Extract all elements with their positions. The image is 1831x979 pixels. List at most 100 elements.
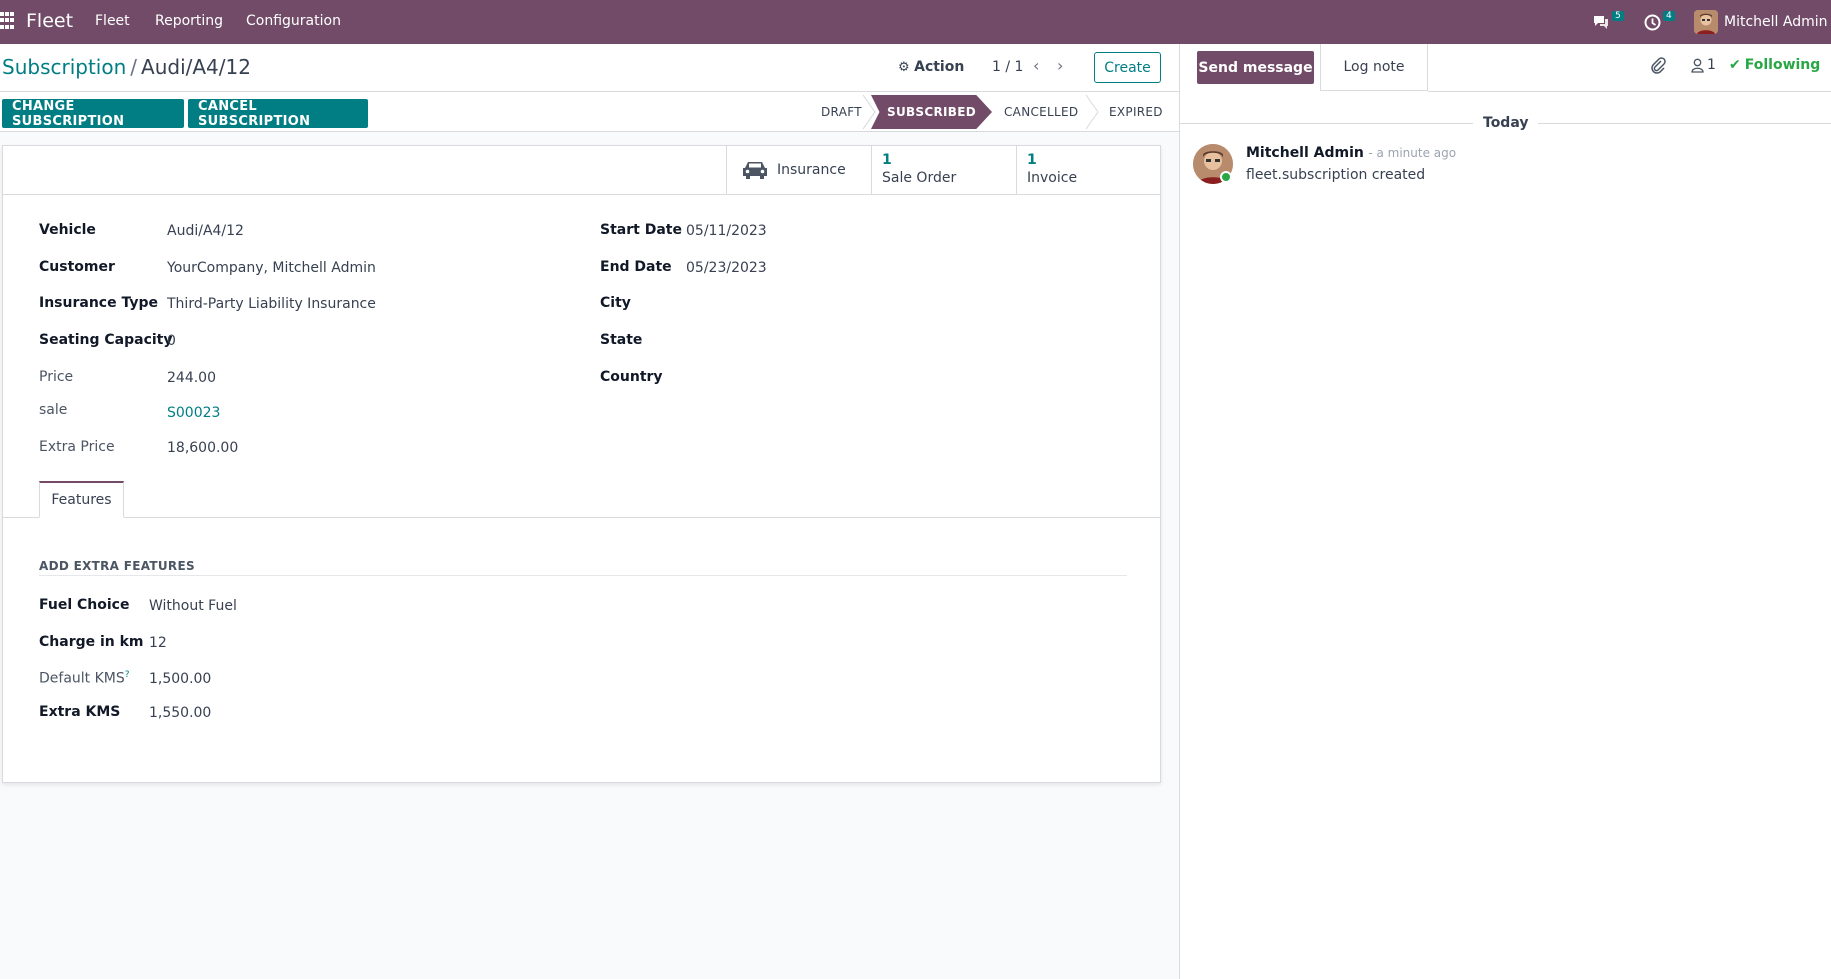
menu-fleet[interactable]: Fleet [95, 13, 130, 29]
insurance-type-label: Insurance Type [39, 295, 158, 311]
status-bar: CHANGE SUBSCRIPTION CANCEL SUBSCRIPTION … [0, 92, 1180, 132]
seating-capacity-field[interactable]: 0 [167, 333, 176, 349]
day-divider-right [1538, 123, 1831, 124]
control-panel: Subscription / Audi/A4/12 ⚙ Action 1 / 1 ‹… [0, 44, 1180, 92]
breadcrumb-current: Audi/A4/12 [141, 55, 251, 79]
menu-reporting[interactable]: Reporting [155, 13, 223, 29]
vehicle-label: Vehicle [39, 222, 96, 238]
messages-button[interactable]: 5 [1592, 0, 1624, 44]
customer-label: Customer [39, 259, 115, 275]
menu-configuration[interactable]: Configuration [246, 13, 341, 29]
extra-price-label: Extra Price [39, 439, 115, 455]
user-icon [1691, 58, 1704, 73]
charge-km-field[interactable]: 12 [149, 635, 167, 651]
start-date-field[interactable]: 05/11/2023 [686, 223, 767, 239]
state-label: State [600, 332, 643, 348]
message-author[interactable]: Mitchell Admin [1246, 145, 1364, 161]
sale-order-smart-button[interactable]: 1 Sale Order [871, 146, 1016, 195]
change-subscription-button[interactable]: CHANGE SUBSCRIPTION [2, 99, 184, 129]
sale-order-label: Sale Order [882, 170, 957, 186]
activities-button[interactable]: 4 [1644, 0, 1675, 44]
stage-expired[interactable]: EXPIRED [1109, 92, 1163, 132]
tab-divider [3, 517, 1160, 518]
user-menu[interactable]: Mitchell Admin [1694, 0, 1828, 44]
followers-count: 1 [1707, 57, 1716, 73]
vehicle-field[interactable]: Audi/A4/12 [167, 223, 244, 239]
invoice-count: 1 [1027, 152, 1037, 168]
create-button[interactable]: Create [1094, 52, 1161, 83]
price-label: Price [39, 369, 74, 385]
following-button[interactable]: ✔ Following [1729, 57, 1820, 73]
extra-kms-label: Extra KMS [39, 704, 121, 720]
default-kms-label-text: Default KMS [39, 670, 125, 687]
messages-badge: 5 [1612, 11, 1624, 21]
chat-icon [1594, 16, 1608, 29]
user-name: Mitchell Admin [1724, 14, 1828, 30]
section-divider [39, 575, 1127, 576]
stage-draft[interactable]: DRAFT [821, 92, 862, 132]
top-navbar: Fleet Fleet Reporting Configuration 5 4 … [0, 0, 1831, 44]
start-date-label: Start Date [600, 222, 682, 238]
message-body: fleet.subscription created [1246, 167, 1426, 183]
invoice-label: Invoice [1027, 170, 1078, 186]
day-divider-left [1180, 123, 1473, 124]
sale-order-count: 1 [882, 152, 892, 168]
action-label: Action [914, 59, 965, 75]
smart-button-box: Insurance 1 Sale Order 1 Invoice [3, 146, 1160, 195]
gear-icon: ⚙ [898, 60, 910, 75]
message-time: - a minute ago [1368, 146, 1457, 160]
chatter-top-divider [1428, 91, 1831, 92]
help-tooltip-icon[interactable]: ? [125, 670, 130, 680]
insurance-type-field[interactable]: Third-Party Liability Insurance [167, 296, 376, 312]
city-label: City [600, 295, 631, 311]
breadcrumb-parent[interactable]: Subscription [2, 55, 126, 79]
form-sheet: Insurance 1 Sale Order 1 Invoice Vehicle… [2, 145, 1161, 783]
charge-km-label: Charge in km [39, 634, 144, 650]
customer-field[interactable]: YourCompany, Mitchell Admin [167, 260, 376, 276]
activities-badge: 4 [1663, 11, 1675, 21]
following-label: Following [1744, 57, 1821, 73]
car-icon [743, 162, 767, 179]
fuel-choice-label: Fuel Choice [39, 597, 130, 613]
insurance-smart-button[interactable]: Insurance [726, 146, 871, 195]
sale-label: sale [39, 402, 68, 418]
default-kms-label: Default KMS? [39, 670, 130, 687]
extra-kms-field: 1,550.00 [149, 705, 212, 721]
price-field: 244.00 [167, 370, 216, 386]
action-menu-button[interactable]: ⚙ Action [898, 59, 964, 75]
apps-menu-icon[interactable] [0, 12, 14, 30]
app-brand[interactable]: Fleet [26, 10, 73, 32]
breadcrumb: Subscription / Audi/A4/12 [2, 55, 251, 79]
pager-next-icon[interactable]: › [1057, 56, 1063, 75]
chatter-panel: Send message Log note 1 ✔ Following Toda… [1179, 44, 1831, 979]
stage-cancelled[interactable]: CANCELLED [1004, 92, 1078, 132]
end-date-label: End Date [600, 259, 672, 275]
log-note-button[interactable]: Log note [1320, 44, 1428, 91]
section-title: ADD EXTRA FEATURES [39, 559, 195, 573]
stage-subscribed[interactable]: SUBSCRIBED [871, 95, 992, 129]
send-message-button[interactable]: Send message [1197, 51, 1314, 84]
tab-features[interactable]: Features [39, 481, 124, 518]
default-kms-field: 1,500.00 [149, 671, 212, 687]
paperclip-icon[interactable] [1650, 57, 1666, 75]
seating-capacity-label: Seating Capacity [39, 332, 173, 348]
country-label: Country [600, 369, 663, 385]
fuel-choice-field[interactable]: Without Fuel [149, 598, 237, 614]
cancel-subscription-button[interactable]: CANCEL SUBSCRIPTION [188, 99, 368, 129]
insurance-label: Insurance [777, 162, 846, 178]
invoice-smart-button[interactable]: 1 Invoice [1016, 146, 1160, 195]
message-header: Mitchell Admin - a minute ago [1246, 145, 1456, 161]
pager-value[interactable]: 1 / 1 [992, 59, 1023, 75]
day-label: Today [1483, 115, 1529, 131]
end-date-field[interactable]: 05/23/2023 [686, 260, 767, 276]
extra-price-field: 18,600.00 [167, 440, 239, 456]
pager-previous-icon[interactable]: ‹ [1033, 56, 1039, 75]
breadcrumb-separator: / [130, 55, 138, 79]
followers-button[interactable]: 1 [1691, 57, 1716, 73]
sale-order-link[interactable]: S00023 [167, 405, 220, 421]
clock-icon [1644, 14, 1661, 30]
online-status-icon [1220, 171, 1232, 183]
user-avatar [1694, 10, 1718, 34]
check-icon: ✔ [1729, 57, 1741, 73]
stage-divider-icon [1085, 95, 1099, 129]
